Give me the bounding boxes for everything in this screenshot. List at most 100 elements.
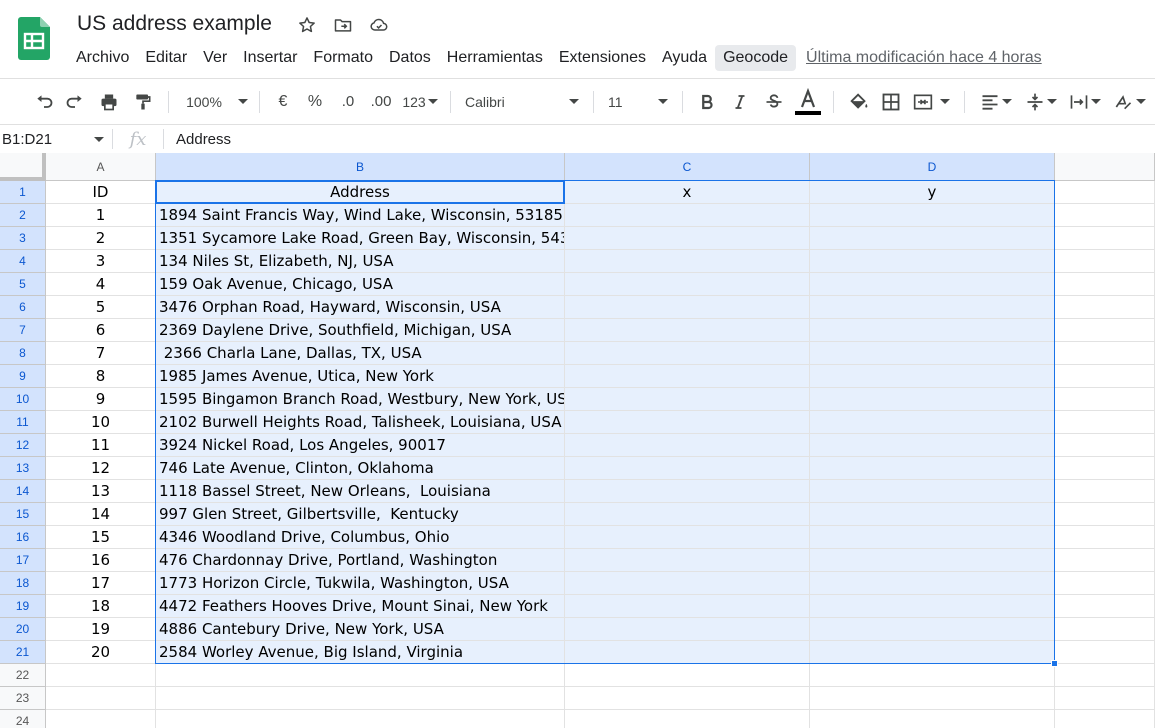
address-cell[interactable]: 2584 Worley Avenue, Big Island, Virginia <box>156 641 565 664</box>
row-header-4[interactable]: 4 <box>0 250 46 273</box>
id-cell[interactable]: 9 <box>46 388 156 411</box>
cell[interactable] <box>1055 572 1155 595</box>
header-cell-c[interactable]: x <box>565 181 810 204</box>
cell[interactable] <box>565 388 810 411</box>
menu-geocode[interactable]: Geocode <box>715 45 797 71</box>
cell[interactable] <box>1055 641 1155 664</box>
id-cell[interactable]: 14 <box>46 503 156 526</box>
id-cell[interactable]: 8 <box>46 365 156 388</box>
cell[interactable] <box>565 411 810 434</box>
id-cell[interactable]: 3 <box>46 250 156 273</box>
text-wrap-button[interactable] <box>1063 87 1107 117</box>
row-header-6[interactable]: 6 <box>0 296 46 319</box>
cell[interactable] <box>810 549 1055 572</box>
row-header-16[interactable]: 16 <box>0 526 46 549</box>
cell[interactable] <box>810 411 1055 434</box>
cell[interactable] <box>1055 296 1155 319</box>
cell[interactable] <box>565 273 810 296</box>
strikethrough-icon[interactable] <box>757 87 791 117</box>
row-header-11[interactable]: 11 <box>0 411 46 434</box>
id-cell[interactable]: 19 <box>46 618 156 641</box>
cell[interactable] <box>565 526 810 549</box>
row-header-19[interactable]: 19 <box>0 595 46 618</box>
percent-format-button[interactable]: % <box>298 87 332 117</box>
address-cell[interactable]: 134 Niles St, Elizabeth, NJ, USA <box>156 250 565 273</box>
cell[interactable] <box>810 296 1055 319</box>
row-header-2[interactable]: 2 <box>0 204 46 227</box>
cell[interactable] <box>810 710 1055 728</box>
cell[interactable] <box>810 319 1055 342</box>
id-cell[interactable]: 15 <box>46 526 156 549</box>
cell[interactable] <box>565 457 810 480</box>
cell[interactable] <box>565 664 810 687</box>
column-header-empty[interactable] <box>1055 153 1155 181</box>
cell[interactable] <box>1055 365 1155 388</box>
cell[interactable] <box>1055 227 1155 250</box>
cell[interactable] <box>46 710 156 728</box>
cell[interactable] <box>1055 319 1155 342</box>
row-header-12[interactable]: 12 <box>0 434 46 457</box>
row-header-21[interactable]: 21 <box>0 641 46 664</box>
cell[interactable] <box>565 204 810 227</box>
row-header-7[interactable]: 7 <box>0 319 46 342</box>
currency-format-button[interactable]: € <box>268 87 298 117</box>
address-cell[interactable]: 2102 Burwell Heights Road, Talisheek, Lo… <box>156 411 565 434</box>
vertical-align-button[interactable] <box>1019 87 1063 117</box>
id-cell[interactable]: 10 <box>46 411 156 434</box>
menu-ver[interactable]: Ver <box>195 45 235 71</box>
cell[interactable] <box>1055 342 1155 365</box>
cell[interactable] <box>1055 503 1155 526</box>
star-icon[interactable] <box>296 14 318 36</box>
id-cell[interactable]: 17 <box>46 572 156 595</box>
address-cell[interactable]: 2369 Daylene Drive, Southfield, Michigan… <box>156 319 565 342</box>
paint-format-icon[interactable] <box>126 87 160 117</box>
cell[interactable] <box>810 687 1055 710</box>
cell[interactable] <box>156 664 565 687</box>
cell[interactable] <box>46 687 156 710</box>
address-cell[interactable]: 3476 Orphan Road, Hayward, Wisconsin, US… <box>156 296 565 319</box>
fill-color-icon[interactable] <box>842 87 876 117</box>
cell[interactable] <box>46 664 156 687</box>
print-icon[interactable] <box>92 87 126 117</box>
row-header-18[interactable]: 18 <box>0 572 46 595</box>
cell[interactable] <box>1055 388 1155 411</box>
row-header-14[interactable]: 14 <box>0 480 46 503</box>
number-format-select[interactable]: 123 <box>398 87 442 117</box>
id-cell[interactable]: 13 <box>46 480 156 503</box>
id-cell[interactable]: 18 <box>46 595 156 618</box>
cell[interactable] <box>1055 480 1155 503</box>
document-title[interactable]: US address example <box>77 12 272 36</box>
decrease-decimals-button[interactable]: .0 <box>332 87 364 117</box>
cell[interactable] <box>565 480 810 503</box>
address-cell[interactable]: 997 Glen Street, Gilbertsville, Kentucky <box>156 503 565 526</box>
address-cell[interactable]: 4346 Woodland Drive, Columbus, Ohio <box>156 526 565 549</box>
name-box[interactable]: B1:D21 <box>0 125 112 153</box>
row-header-10[interactable]: 10 <box>0 388 46 411</box>
address-cell[interactable]: 1118 Bassel Street, New Orleans, Louisia… <box>156 480 565 503</box>
cell[interactable] <box>810 503 1055 526</box>
increase-decimals-button[interactable]: .00 <box>364 87 398 117</box>
cell[interactable] <box>1055 618 1155 641</box>
cell[interactable] <box>1055 434 1155 457</box>
cell[interactable] <box>565 434 810 457</box>
id-cell[interactable]: 20 <box>46 641 156 664</box>
cell[interactable] <box>810 227 1055 250</box>
cell[interactable] <box>565 342 810 365</box>
menu-archivo[interactable]: Archivo <box>68 45 137 71</box>
cell[interactable] <box>565 549 810 572</box>
cell[interactable] <box>1055 549 1155 572</box>
menu-herramientas[interactable]: Herramientas <box>439 45 551 71</box>
cell[interactable] <box>810 365 1055 388</box>
merge-cells-button[interactable] <box>906 87 956 117</box>
undo-icon[interactable] <box>30 87 58 117</box>
cell[interactable] <box>810 595 1055 618</box>
address-cell[interactable]: 159 Oak Avenue, Chicago, USA <box>156 273 565 296</box>
cell[interactable] <box>1055 273 1155 296</box>
cell[interactable] <box>810 204 1055 227</box>
cell[interactable] <box>565 319 810 342</box>
column-header-c[interactable]: C <box>565 153 810 181</box>
horizontal-align-button[interactable] <box>973 87 1019 117</box>
address-cell[interactable]: 746 Late Avenue, Clinton, Oklahoma <box>156 457 565 480</box>
cell[interactable] <box>565 227 810 250</box>
zoom-select[interactable]: 100% <box>177 87 251 117</box>
